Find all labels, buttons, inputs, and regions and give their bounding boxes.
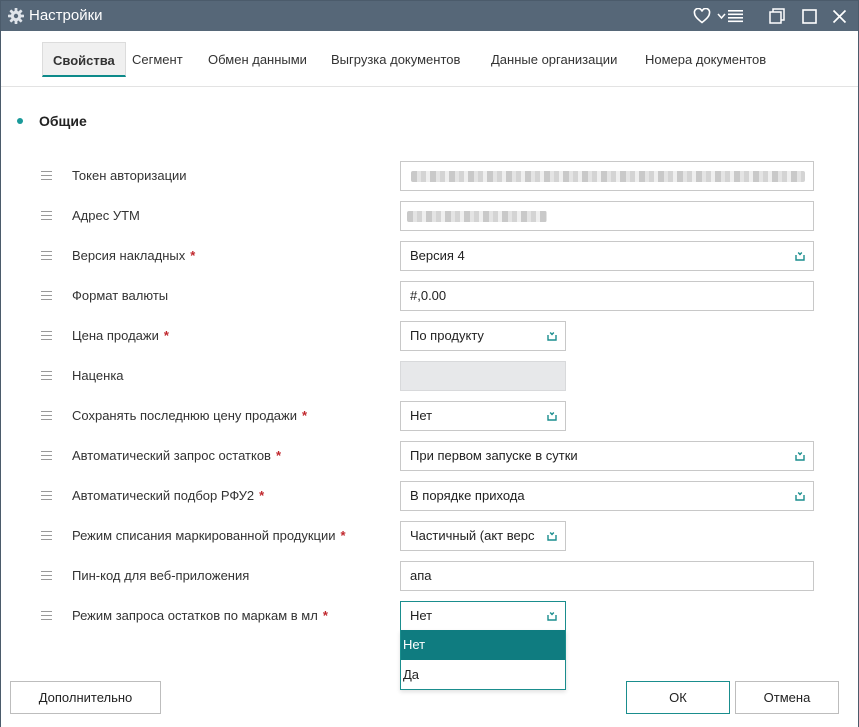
cancel-button[interactable]: Отмена — [735, 681, 839, 714]
select-value: По продукту — [410, 328, 484, 343]
invoice-version-select[interactable]: Версия 4 — [400, 241, 814, 271]
field-label: Сохранять последнюю цену продажи * — [72, 408, 308, 423]
select-value: При первом запуске в сутки — [410, 448, 578, 463]
drag-handle-icon[interactable] — [41, 251, 52, 260]
select-value: Нет — [410, 608, 433, 623]
tab-document-numbers[interactable]: Номера документов — [645, 42, 766, 77]
dropdown-icon — [795, 492, 805, 501]
section-title: Общие — [39, 113, 87, 129]
writeoff-mode-select[interactable]: Частичный (акт верс — [400, 521, 566, 551]
field-label: Пин-код для веб-приложения — [72, 568, 250, 583]
close-icon[interactable] — [828, 5, 850, 27]
window-title: Настройки — [29, 7, 103, 24]
field-row-utm-address: Адрес УТМ — [1, 201, 858, 231]
tab-organization-data[interactable]: Данные организации — [491, 42, 617, 77]
drag-handle-icon[interactable] — [41, 211, 52, 220]
section-bullet-icon — [17, 118, 23, 124]
favorite-heart-icon[interactable] — [691, 5, 713, 27]
field-row-keep-last-price: Сохранять последнюю цену продажи * Нет — [1, 401, 858, 431]
field-row-stock-by-marks: Режим запроса остатков по маркам в мл * Н… — [1, 601, 858, 631]
tab-document-export[interactable]: Выгрузка документов — [331, 42, 460, 77]
restore-window-icon[interactable] — [766, 5, 788, 27]
tab-properties[interactable]: Свойства — [42, 42, 126, 77]
auth-token-input[interactable] — [400, 161, 814, 191]
field-row-markup: Наценка — [1, 361, 858, 391]
dropdown-option-no[interactable]: Нет — [401, 630, 565, 660]
field-label: Формат валюты — [72, 288, 169, 303]
sale-price-select[interactable]: По продукту — [400, 321, 566, 351]
utm-address-input[interactable] — [400, 201, 814, 231]
dropdown-icon — [795, 252, 805, 261]
advanced-button[interactable]: Дополнительно — [10, 681, 161, 714]
field-label: Цена продажи * — [72, 328, 169, 343]
drag-handle-icon[interactable] — [41, 411, 52, 420]
blurred-value — [407, 211, 547, 222]
field-label: Автоматический запрос остатков * — [72, 448, 282, 463]
drag-handle-icon[interactable] — [41, 171, 52, 180]
web-pin-input[interactable]: апа — [400, 561, 814, 591]
auto-rfu2-select[interactable]: В порядке прихода — [400, 481, 814, 511]
drag-handle-icon[interactable] — [41, 371, 52, 380]
field-row-sale-price: Цена продажи * По продукту — [1, 321, 858, 351]
keep-last-price-select[interactable]: Нет — [400, 401, 566, 431]
drag-handle-icon[interactable] — [41, 291, 52, 300]
menu-list-icon[interactable] — [716, 5, 746, 27]
field-label: Версия накладных * — [72, 248, 196, 263]
dropdown-icon — [795, 452, 805, 461]
field-label: Токен авторизации — [72, 168, 187, 183]
dropdown-icon — [547, 532, 557, 541]
tab-bar: Свойства Сегмент Обмен данными Выгрузка … — [1, 31, 858, 87]
drag-handle-icon[interactable] — [41, 491, 52, 500]
currency-format-input[interactable]: #,0.00 — [400, 281, 814, 311]
title-bar[interactable]: Настройки — [1, 1, 858, 31]
drag-handle-icon[interactable] — [41, 531, 52, 540]
gear-icon — [7, 7, 25, 25]
field-label: Режим запроса остатков по маркам в мл * — [72, 608, 328, 623]
select-value: В порядке прихода — [410, 488, 525, 503]
select-value: Версия 4 — [410, 248, 465, 263]
blurred-value — [411, 171, 805, 182]
dropdown-icon — [547, 332, 557, 341]
field-label: Режим списания маркированной продукции * — [72, 528, 346, 543]
field-row-auto-stock-request: Автоматический запрос остатков * При перв… — [1, 441, 858, 471]
markup-input — [400, 361, 566, 391]
field-row-web-pin: Пин-код для веб-приложения апа — [1, 561, 858, 591]
field-row-auto-rfu2: Автоматический подбор РФУ2 * В порядке пр… — [1, 481, 858, 511]
drag-handle-icon[interactable] — [41, 611, 52, 620]
maximize-icon[interactable] — [798, 5, 820, 27]
field-row-currency-format: Формат валюты #,0.00 — [1, 281, 858, 311]
ok-button[interactable]: ОК — [626, 681, 730, 714]
field-label: Адрес УТМ — [72, 208, 140, 223]
select-value: Нет — [410, 408, 433, 423]
dropdown-icon — [547, 412, 557, 421]
dropdown-icon — [547, 612, 557, 621]
dropdown-list: Нет Да — [400, 630, 566, 690]
field-row-auth-token: Токен авторизации — [1, 161, 858, 191]
field-row-writeoff-mode: Режим списания маркированной продукции * … — [1, 521, 858, 551]
field-label: Автоматический подбор РФУ2 * — [72, 488, 265, 503]
auto-stock-request-select[interactable]: При первом запуске в сутки — [400, 441, 814, 471]
drag-handle-icon[interactable] — [41, 451, 52, 460]
select-value: Частичный (акт верс — [410, 528, 535, 543]
tab-data-exchange[interactable]: Обмен данными — [208, 42, 307, 77]
stock-by-marks-select[interactable]: Нет — [400, 601, 566, 631]
drag-handle-icon[interactable] — [41, 571, 52, 580]
field-label: Наценка — [72, 368, 124, 383]
drag-handle-icon[interactable] — [41, 331, 52, 340]
field-row-invoice-version: Версия накладных * Версия 4 — [1, 241, 858, 271]
tab-segment[interactable]: Сегмент — [132, 42, 183, 77]
dropdown-option-yes[interactable]: Да — [401, 660, 565, 690]
settings-window: Настройки Свойства Сегмент Обмен данными… — [0, 0, 859, 727]
